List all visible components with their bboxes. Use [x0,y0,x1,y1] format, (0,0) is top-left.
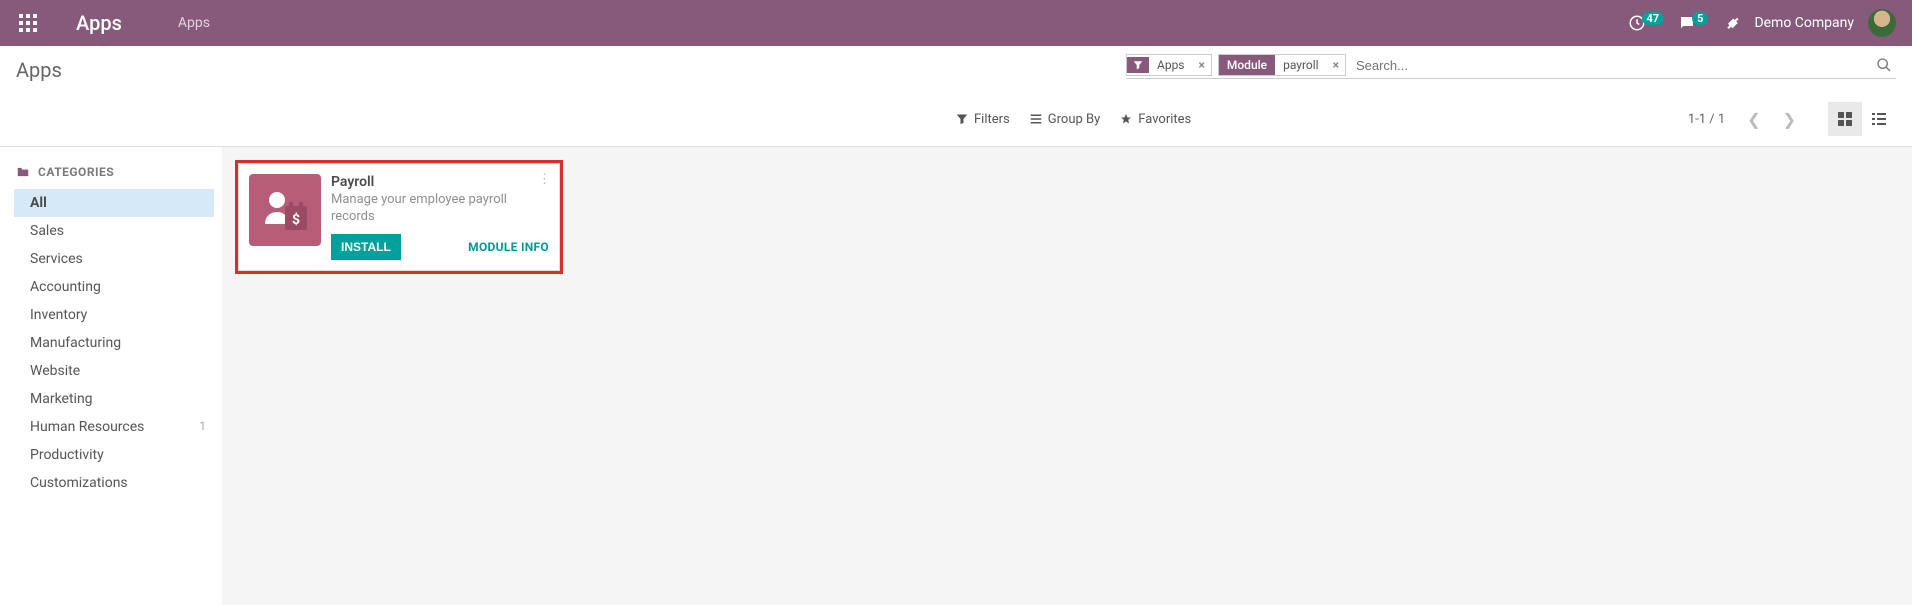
activity-count: 47 [1642,12,1665,25]
app-title: Payroll [331,174,549,190]
sidebar-item-all[interactable]: All [14,189,214,217]
payroll-icon: $ [261,186,309,234]
install-button[interactable]: INSTALL [331,234,401,260]
groupby-button[interactable]: Group By [1030,112,1101,127]
facet-value: payroll [1275,55,1326,75]
sidebar-item-label: Inventory [30,307,87,323]
search-input[interactable] [1352,55,1872,76]
sidebar-item-productivity[interactable]: Productivity [0,441,222,469]
sidebar-item-customizations[interactable]: Customizations [0,469,222,497]
body: CATEGORIES All Sales Services Accounting… [0,147,1912,605]
categories-label: CATEGORIES [38,165,114,179]
app-icon: $ [249,174,321,246]
messages-button[interactable]: 5 [1678,14,1708,32]
filters-label: Filters [974,112,1010,127]
filters-button[interactable]: Filters [956,112,1010,127]
page-title: Apps [16,54,62,82]
facet-value: Apps [1149,55,1193,75]
groupby-label: Group By [1048,112,1101,127]
module-info-link[interactable]: MODULE INFO [468,240,549,254]
search-bar[interactable]: Apps × Module payroll × [1126,54,1896,79]
apps-grid-icon[interactable] [16,11,40,35]
filter-facet-apps: Apps × [1126,54,1212,76]
pager-prev[interactable]: ❮ [1741,106,1766,133]
app-card-body: Payroll Manage your employee payroll rec… [331,174,549,260]
sidebar-item-label: Productivity [30,447,104,463]
favorites-button[interactable]: Favorites [1120,112,1191,127]
app-card-payroll[interactable]: ⋮ $ Payroll Manage your employee payroll… [238,163,560,271]
sidebar-item-count: 1 [199,419,206,435]
app-description: Manage your employee payroll records [331,192,549,226]
favorites-label: Favorites [1138,112,1191,127]
breadcrumb[interactable]: Apps [178,15,210,31]
kanban-view-button[interactable] [1828,102,1862,136]
sidebar-item-inventory[interactable]: Inventory [0,301,222,329]
pager: 1-1 / 1 ❮ ❯ [1688,102,1896,136]
message-count: 5 [1692,12,1708,25]
sidebar-item-label: Customizations [30,475,128,491]
view-switcher [1828,102,1896,136]
main-area: ⋮ $ Payroll Manage your employee payroll… [222,147,1912,605]
sidebar-item-label: Human Resources [30,419,144,435]
sidebar-item-manufacturing[interactable]: Manufacturing [0,329,222,357]
facet-remove[interactable]: × [1193,58,1211,72]
sidebar-item-label: Sales [30,223,64,239]
sidebar-item-sales[interactable]: Sales [0,217,222,245]
sidebar-item-marketing[interactable]: Marketing [0,385,222,413]
avatar[interactable] [1868,9,1896,37]
debug-icon[interactable] [1722,14,1740,32]
pager-text: 1-1 / 1 [1688,112,1725,127]
search-icon[interactable] [1872,57,1896,73]
topbar-right: 47 5 Demo Company [1628,9,1905,37]
app-actions: INSTALL MODULE INFO [331,234,549,260]
funnel-icon [1127,57,1149,73]
sidebar-item-label: Marketing [30,391,93,407]
pager-next[interactable]: ❯ [1777,106,1802,133]
sidebar-item-hr[interactable]: Human Resources 1 [0,413,222,441]
facet-remove[interactable]: × [1327,58,1345,72]
sidebar-item-label: Services [30,251,83,267]
topbar: Apps Apps 47 5 Demo Company [0,0,1912,46]
sidebar-item-accounting[interactable]: Accounting [0,273,222,301]
company-name[interactable]: Demo Company [1754,15,1854,31]
sidebar-item-label: Website [30,363,80,379]
sidebar-item-website[interactable]: Website [0,357,222,385]
folder-icon [16,165,30,179]
sidebar-item-label: All [30,195,47,211]
categories-header: CATEGORIES [0,165,222,189]
control-panel: Apps Apps × Module payroll × [0,46,1912,147]
card-menu-icon[interactable]: ⋮ [538,172,551,187]
sidebar-item-label: Manufacturing [30,335,121,351]
list-view-button[interactable] [1862,102,1896,136]
brand-title: Apps [76,11,122,35]
svg-text:$: $ [292,211,300,228]
topbar-left: Apps Apps [8,11,210,35]
sidebar: CATEGORIES All Sales Services Accounting… [0,147,222,605]
activity-button[interactable]: 47 [1628,14,1665,32]
sidebar-item-label: Accounting [30,279,101,295]
sidebar-item-services[interactable]: Services [0,245,222,273]
filter-facet-module: Module payroll × [1218,54,1346,76]
facet-label: Module [1219,55,1275,75]
